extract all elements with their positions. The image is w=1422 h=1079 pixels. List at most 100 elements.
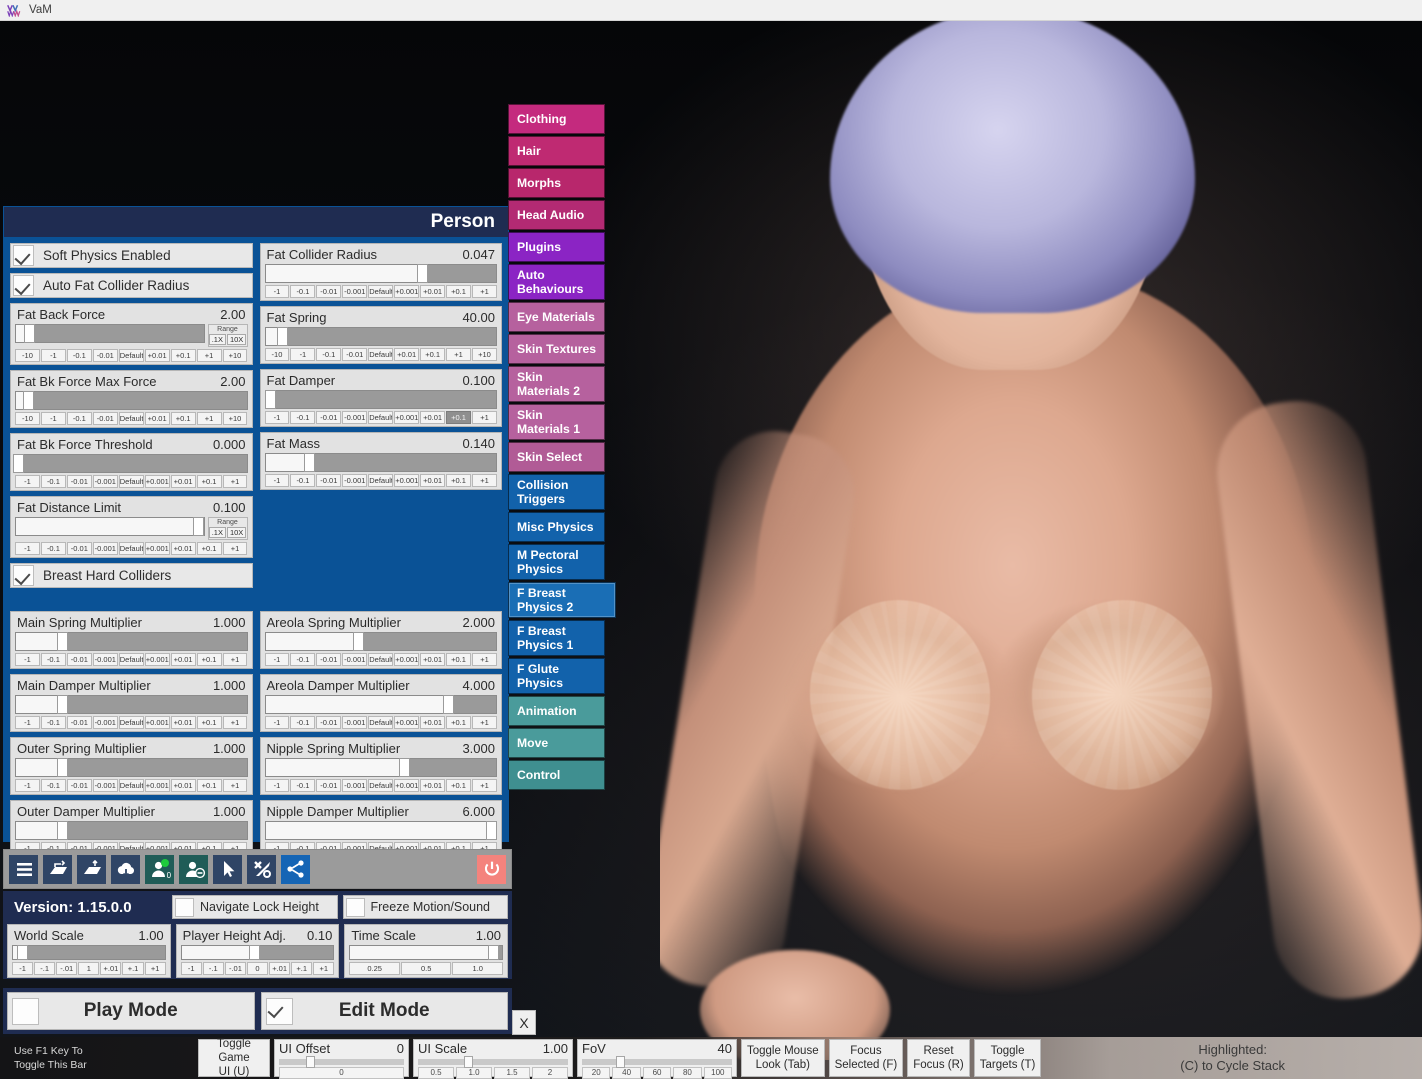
slider-areola-spring-multiplier-handle[interactable] xyxy=(352,632,364,651)
tab-clothing[interactable]: Clothing xyxy=(508,104,605,134)
select-cursor-button[interactable] xyxy=(213,854,242,884)
slider-fat-damper-tick-2[interactable]: -0.01 xyxy=(316,411,342,424)
checkbox-soft-physics-enabled-checkbox[interactable] xyxy=(13,245,34,266)
slider-fat-distance-limit-range-btn-0[interactable]: .1X xyxy=(208,527,226,538)
add-person-button[interactable]: 0 xyxy=(145,854,174,884)
slider-fat-damper-tick-8[interactable]: +1 xyxy=(472,411,497,424)
slider-world-scale-tick-2[interactable]: -.01 xyxy=(56,962,78,975)
slider-main-damper-multiplier-tick-8[interactable]: +1 xyxy=(222,716,248,729)
slider-fat-spring-handle[interactable] xyxy=(276,327,288,346)
slider-areola-damper-multiplier-tick-7[interactable]: +0.1 xyxy=(446,716,471,729)
slider-fat-bk-force-threshold-tick-0[interactable]: -1 xyxy=(15,475,40,488)
slider-nipple-spring-multiplier-tick-6[interactable]: +0.01 xyxy=(420,779,446,792)
checkbox-soft-physics-enabled[interactable]: Soft Physics Enabled xyxy=(10,243,253,268)
tab-control[interactable]: Control xyxy=(508,760,605,790)
slider-fat-bk-force-max-force-tick-3[interactable]: -0.01 xyxy=(92,412,118,425)
slider-fat-distance-limit-range-btn-1[interactable]: 10X xyxy=(226,527,247,538)
slider-areola-spring-multiplier-tick-7[interactable]: +0.1 xyxy=(446,653,471,666)
slider-main-damper-multiplier-tick-1[interactable]: -0.1 xyxy=(40,716,66,729)
slider-fat-spring-tick-6[interactable]: +0.1 xyxy=(420,348,446,361)
slider-fat-bk-force-threshold-tick-7[interactable]: +0.1 xyxy=(196,475,222,488)
remove-person-button[interactable] xyxy=(179,854,208,884)
slider-world-scale-tick-6[interactable]: +1 xyxy=(144,962,166,975)
slider-fat-spring-tick-1[interactable]: -1 xyxy=(290,348,316,361)
slider-areola-spring-multiplier-tick-8[interactable]: +1 xyxy=(472,653,497,666)
slider-time-scale-tick-0[interactable]: 0.25 xyxy=(349,962,400,975)
slider-player-height-adj-tick-1[interactable]: -.1 xyxy=(202,962,224,975)
slider-fat-back-force-tick-6[interactable]: +0.1 xyxy=(170,349,196,362)
slider-fat-damper-tick-1[interactable]: -0.1 xyxy=(290,411,316,424)
slider-fat-back-force-range-btn-0[interactable]: .1X xyxy=(208,334,226,345)
edit-mode-button[interactable]: Edit Mode xyxy=(260,992,508,1030)
slider-nipple-spring-multiplier-tick-4[interactable]: Default xyxy=(368,779,394,792)
tab-plugins[interactable]: Plugins xyxy=(508,232,605,262)
statusbar-slider-ui-scale-tick-2[interactable]: 1.5 xyxy=(494,1067,530,1079)
slider-fat-bk-force-max-force-tick-2[interactable]: -0.1 xyxy=(66,412,92,425)
slider-fat-distance-limit-tick-4[interactable]: Default xyxy=(118,542,144,555)
slider-fat-back-force-tick-7[interactable]: +1 xyxy=(196,349,222,362)
slider-outer-spring-multiplier-tick-2[interactable]: -0.01 xyxy=(66,779,92,792)
slider-fat-spring-tick-5[interactable]: +0.01 xyxy=(394,348,420,361)
slider-main-damper-multiplier-track[interactable] xyxy=(15,695,248,714)
slider-player-height-adj-tick-5[interactable]: +.1 xyxy=(291,962,313,975)
slider-fat-bk-force-threshold-tick-4[interactable]: Default xyxy=(118,475,144,488)
slider-player-height-adj-tick-6[interactable]: +1 xyxy=(313,962,335,975)
slider-fat-mass-tick-1[interactable]: -0.1 xyxy=(290,474,316,487)
statusbar-button-focus-selected-f[interactable]: Focus Selected (F) xyxy=(828,1039,904,1077)
checkbox-auto-fat-collider-radius[interactable]: Auto Fat Collider Radius xyxy=(10,273,253,298)
slider-fat-back-force-track[interactable] xyxy=(15,324,205,343)
slider-player-height-adj-tick-3[interactable]: 0 xyxy=(246,962,269,975)
slider-fat-back-force-tick-4[interactable]: Default xyxy=(118,349,144,362)
slider-areola-damper-multiplier-tick-3[interactable]: -0.001 xyxy=(342,716,368,729)
tab-hair[interactable]: Hair xyxy=(508,136,605,166)
slider-fat-back-force-range-btn-1[interactable]: 10X xyxy=(226,334,247,345)
slider-fat-mass-tick-2[interactable]: -0.01 xyxy=(316,474,342,487)
tab-auto-behaviours[interactable]: Auto Behaviours xyxy=(508,264,605,300)
slider-main-spring-multiplier-tick-3[interactable]: -0.001 xyxy=(92,653,118,666)
statusbar-button-toggle-targets-t[interactable]: Toggle Targets (T) xyxy=(973,1039,1042,1077)
slider-fat-damper-tick-6[interactable]: +0.01 xyxy=(420,411,446,424)
slider-main-spring-multiplier-tick-5[interactable]: +0.001 xyxy=(144,653,170,666)
slider-nipple-spring-multiplier-tick-1[interactable]: -0.1 xyxy=(290,779,316,792)
slider-fat-bk-force-threshold-handle[interactable] xyxy=(13,454,25,473)
checkbox-freeze-motion-sound[interactable]: Freeze Motion/Sound xyxy=(342,895,508,919)
slider-main-spring-multiplier-tick-4[interactable]: Default xyxy=(118,653,144,666)
slider-main-damper-multiplier-tick-0[interactable]: -1 xyxy=(15,716,40,729)
slider-fat-bk-force-max-force-tick-1[interactable]: -1 xyxy=(40,412,66,425)
statusbar-slider-ui-offset-tick-0[interactable]: 0 xyxy=(279,1067,404,1079)
checkbox-breast-hard-colliders-checkbox[interactable] xyxy=(13,565,34,586)
statusbar-slider-fov-handle[interactable] xyxy=(615,1056,625,1068)
slider-areola-damper-multiplier-tick-6[interactable]: +0.01 xyxy=(420,716,446,729)
slider-fat-spring-tick-7[interactable]: +1 xyxy=(446,348,471,361)
slider-fat-damper-handle[interactable] xyxy=(265,390,277,409)
slider-fat-mass-tick-3[interactable]: -0.001 xyxy=(342,474,368,487)
statusbar-slider-fov-tick-2[interactable]: 60 xyxy=(642,1067,672,1079)
slider-time-scale-tick-1[interactable]: 0.5 xyxy=(400,962,452,975)
slider-fat-spring-tick-8[interactable]: +10 xyxy=(472,348,497,361)
slider-fat-distance-limit-tick-0[interactable]: -1 xyxy=(15,542,40,555)
tab-animation[interactable]: Animation xyxy=(508,696,605,726)
slider-fat-collider-radius-tick-4[interactable]: Default xyxy=(368,285,394,298)
statusbar-button-toggle-mouse-look-tab[interactable]: Toggle Mouse Look (Tab) xyxy=(741,1039,825,1077)
tab-f-glute-physics[interactable]: F Glute Physics xyxy=(508,658,605,694)
slider-world-scale-tick-1[interactable]: -.1 xyxy=(34,962,56,975)
slider-fat-spring-tick-0[interactable]: -10 xyxy=(264,348,290,361)
slider-nipple-spring-multiplier-track[interactable] xyxy=(264,758,497,777)
slider-fat-bk-force-threshold-track[interactable] xyxy=(13,454,248,473)
slider-fat-bk-force-max-force-tick-6[interactable]: +0.1 xyxy=(170,412,196,425)
slider-time-scale-track[interactable] xyxy=(349,945,504,960)
slider-fat-back-force-tick-0[interactable]: -10 xyxy=(15,349,40,362)
statusbar-slider-fov-tick-3[interactable]: 80 xyxy=(673,1067,702,1079)
slider-main-damper-multiplier-tick-3[interactable]: -0.001 xyxy=(92,716,118,729)
slider-outer-spring-multiplier-track[interactable] xyxy=(15,758,248,777)
statusbar-slider-fov-tick-0[interactable]: 20 xyxy=(582,1067,611,1079)
slider-fat-bk-force-threshold-tick-8[interactable]: +1 xyxy=(222,475,248,488)
statusbar-slider-ui-offset-handle[interactable] xyxy=(306,1056,316,1068)
slider-areola-spring-multiplier-tick-1[interactable]: -0.1 xyxy=(290,653,316,666)
slider-outer-spring-multiplier-tick-5[interactable]: +0.001 xyxy=(144,779,170,792)
slider-fat-distance-limit-tick-6[interactable]: +0.01 xyxy=(170,542,196,555)
slider-nipple-spring-multiplier-tick-5[interactable]: +0.001 xyxy=(394,779,420,792)
slider-fat-distance-limit-tick-8[interactable]: +1 xyxy=(222,542,248,555)
statusbar-slider-ui-scale-handle[interactable] xyxy=(463,1056,473,1068)
slider-time-scale-tick-2[interactable]: 1.0 xyxy=(452,962,504,975)
